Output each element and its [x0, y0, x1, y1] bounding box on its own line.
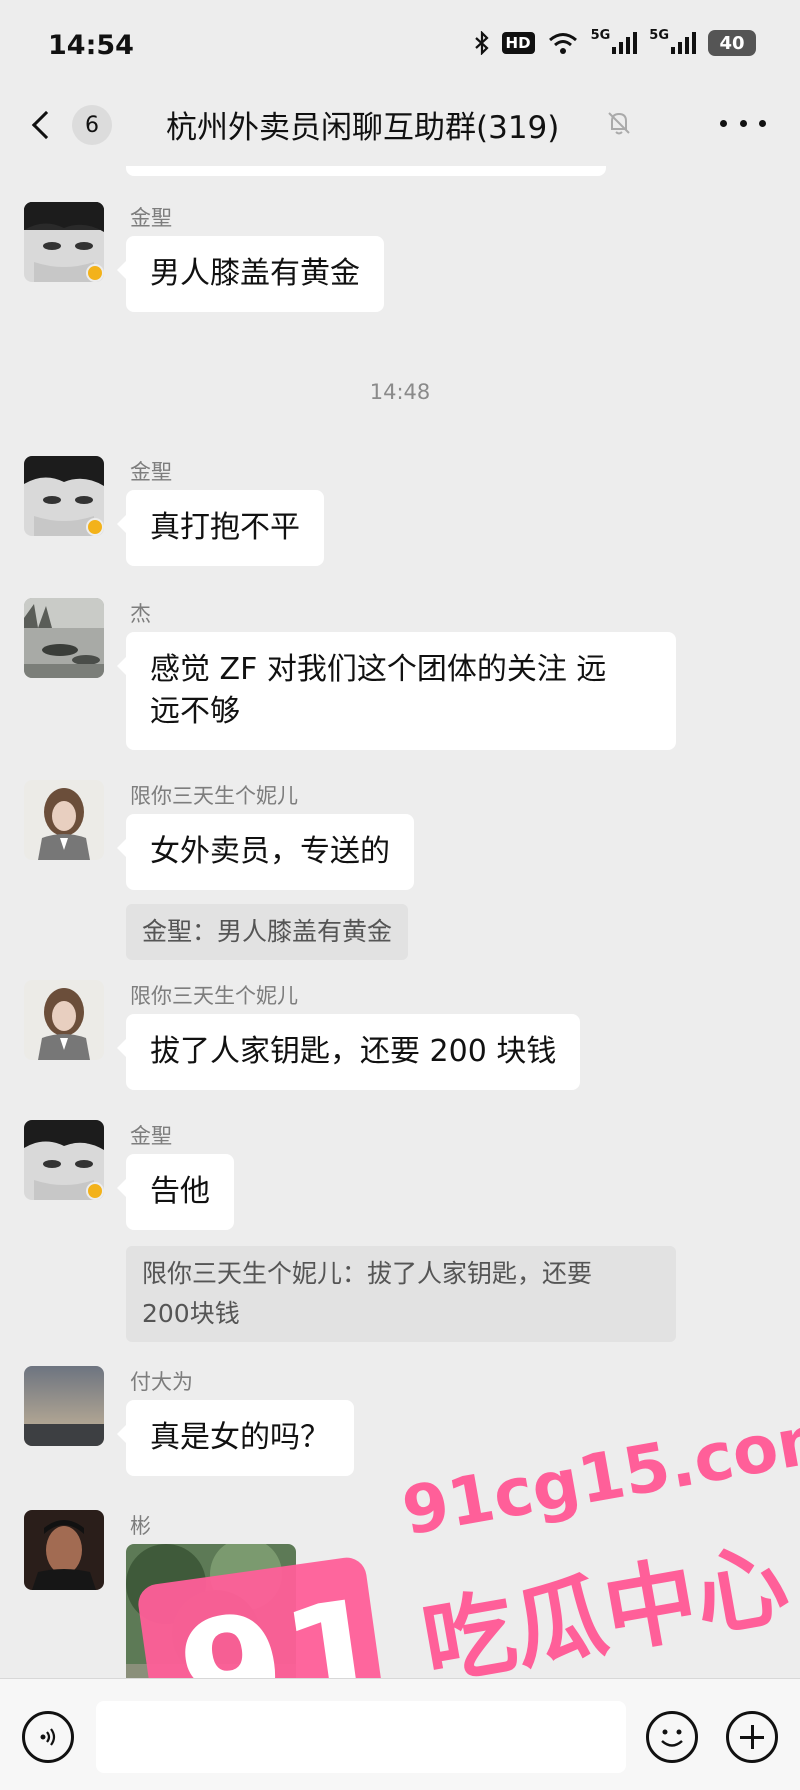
back-button[interactable]: 6	[28, 100, 114, 150]
battery-icon: 40	[708, 30, 756, 56]
avatar[interactable]	[24, 1510, 104, 1590]
more-dot	[759, 119, 766, 127]
net-label-2: 5G	[649, 27, 669, 43]
bluetooth-icon	[474, 31, 490, 55]
bell-muted-icon	[604, 108, 634, 138]
message-bubble[interactable]: 男人膝盖有黄金	[117, 236, 384, 312]
status-bar: 14:54 HD 5G 5G 40	[0, 0, 800, 88]
chat-title: 杭州外卖员闲聊互助群(319)	[166, 110, 560, 146]
chat-area[interactable]: 金聖 男人膝盖有黄金 14:48 金聖 真打抱不平 杰 感觉 ZF 对我们这个团…	[0, 166, 800, 1678]
message-text: 女外卖员，专送的	[150, 834, 390, 869]
message-input[interactable]	[96, 1701, 626, 1773]
message-text-line-1: 感觉 ZF 对我们这个团体的关注 远	[150, 652, 607, 687]
chevron-left-icon	[31, 110, 61, 140]
quoted-message[interactable]: 限你三天生个妮儿：拔了人家钥匙，还要 200块钱	[126, 1246, 676, 1342]
quote-text-line-1: 限你三天生个妮儿：拔了人家钥匙，还要	[142, 1259, 593, 1288]
sender-name: 杰	[130, 602, 151, 626]
verified-badge-icon	[86, 518, 104, 536]
avatar[interactable]	[24, 980, 104, 1060]
quote-text: 金聖：男人膝盖有黄金	[142, 917, 393, 946]
wifi-icon	[547, 31, 579, 55]
cell-signal-2-icon: 5G	[649, 28, 696, 54]
quote-text-line-2: 200块钱	[142, 1299, 240, 1328]
image-message[interactable]	[126, 1544, 296, 1678]
sender-name: 限你三天生个妮儿	[130, 984, 298, 1008]
message-text: 真是女的吗？	[150, 1420, 330, 1455]
avatar[interactable]	[24, 780, 104, 860]
message-bubble[interactable]: 告他	[117, 1154, 234, 1230]
voice-button[interactable]	[22, 1711, 74, 1763]
sender-name: 彬	[130, 1514, 151, 1538]
sender-name: 付大为	[130, 1370, 193, 1394]
verified-badge-icon	[86, 264, 104, 282]
status-icons: HD 5G 5G 40	[474, 28, 756, 56]
input-bar	[0, 1678, 800, 1790]
quoted-message[interactable]: 金聖：男人膝盖有黄金	[126, 904, 409, 960]
voice-icon	[40, 1728, 56, 1746]
hd-icon: HD	[501, 32, 535, 54]
net-label-1: 5G	[590, 27, 611, 43]
more-dot	[720, 119, 727, 127]
time-stamp: 14:48	[369, 380, 431, 404]
sender-name: 金聖	[130, 460, 172, 484]
sender-name: 限你三天生个妮儿	[130, 784, 298, 808]
more-button[interactable]	[720, 108, 766, 138]
message-bubble[interactable]: 真打抱不平	[117, 490, 324, 566]
status-time: 14:54	[48, 30, 134, 61]
previous-message-bubble	[126, 166, 606, 176]
message-bubble[interactable]: 拔了人家钥匙，还要 200 块钱	[116, 1014, 581, 1090]
message-text-line-2: 远不够	[150, 694, 240, 729]
emoji-icon	[661, 1729, 683, 1747]
message-bubble[interactable]: 女外卖员，专送的	[117, 814, 414, 890]
hd-label: HD	[501, 32, 535, 54]
message-text: 告他	[150, 1174, 210, 1209]
avatar[interactable]	[24, 1366, 104, 1446]
sender-name: 金聖	[130, 1124, 172, 1148]
message-text: 真打抱不平	[150, 510, 300, 545]
nav-bar: 6 杭州外卖员闲聊互助群(319)	[0, 88, 800, 166]
message-text: 拔了人家钥匙，还要 200 块钱	[150, 1034, 557, 1069]
more-dot	[739, 119, 747, 127]
emoji-button[interactable]	[646, 1711, 698, 1763]
message-bubble[interactable]: 感觉 ZF 对我们这个团体的关注 远 远不够	[117, 632, 676, 750]
add-button[interactable]	[726, 1711, 778, 1763]
message-text: 男人膝盖有黄金	[150, 256, 360, 291]
unread-badge: 6	[72, 105, 112, 145]
sender-name: 金聖	[130, 206, 172, 230]
message-bubble[interactable]: 真是女的吗？	[117, 1400, 354, 1476]
avatar[interactable]	[24, 598, 104, 678]
cell-signal-1-icon: 5G	[591, 28, 638, 54]
verified-badge-icon	[86, 1182, 104, 1200]
